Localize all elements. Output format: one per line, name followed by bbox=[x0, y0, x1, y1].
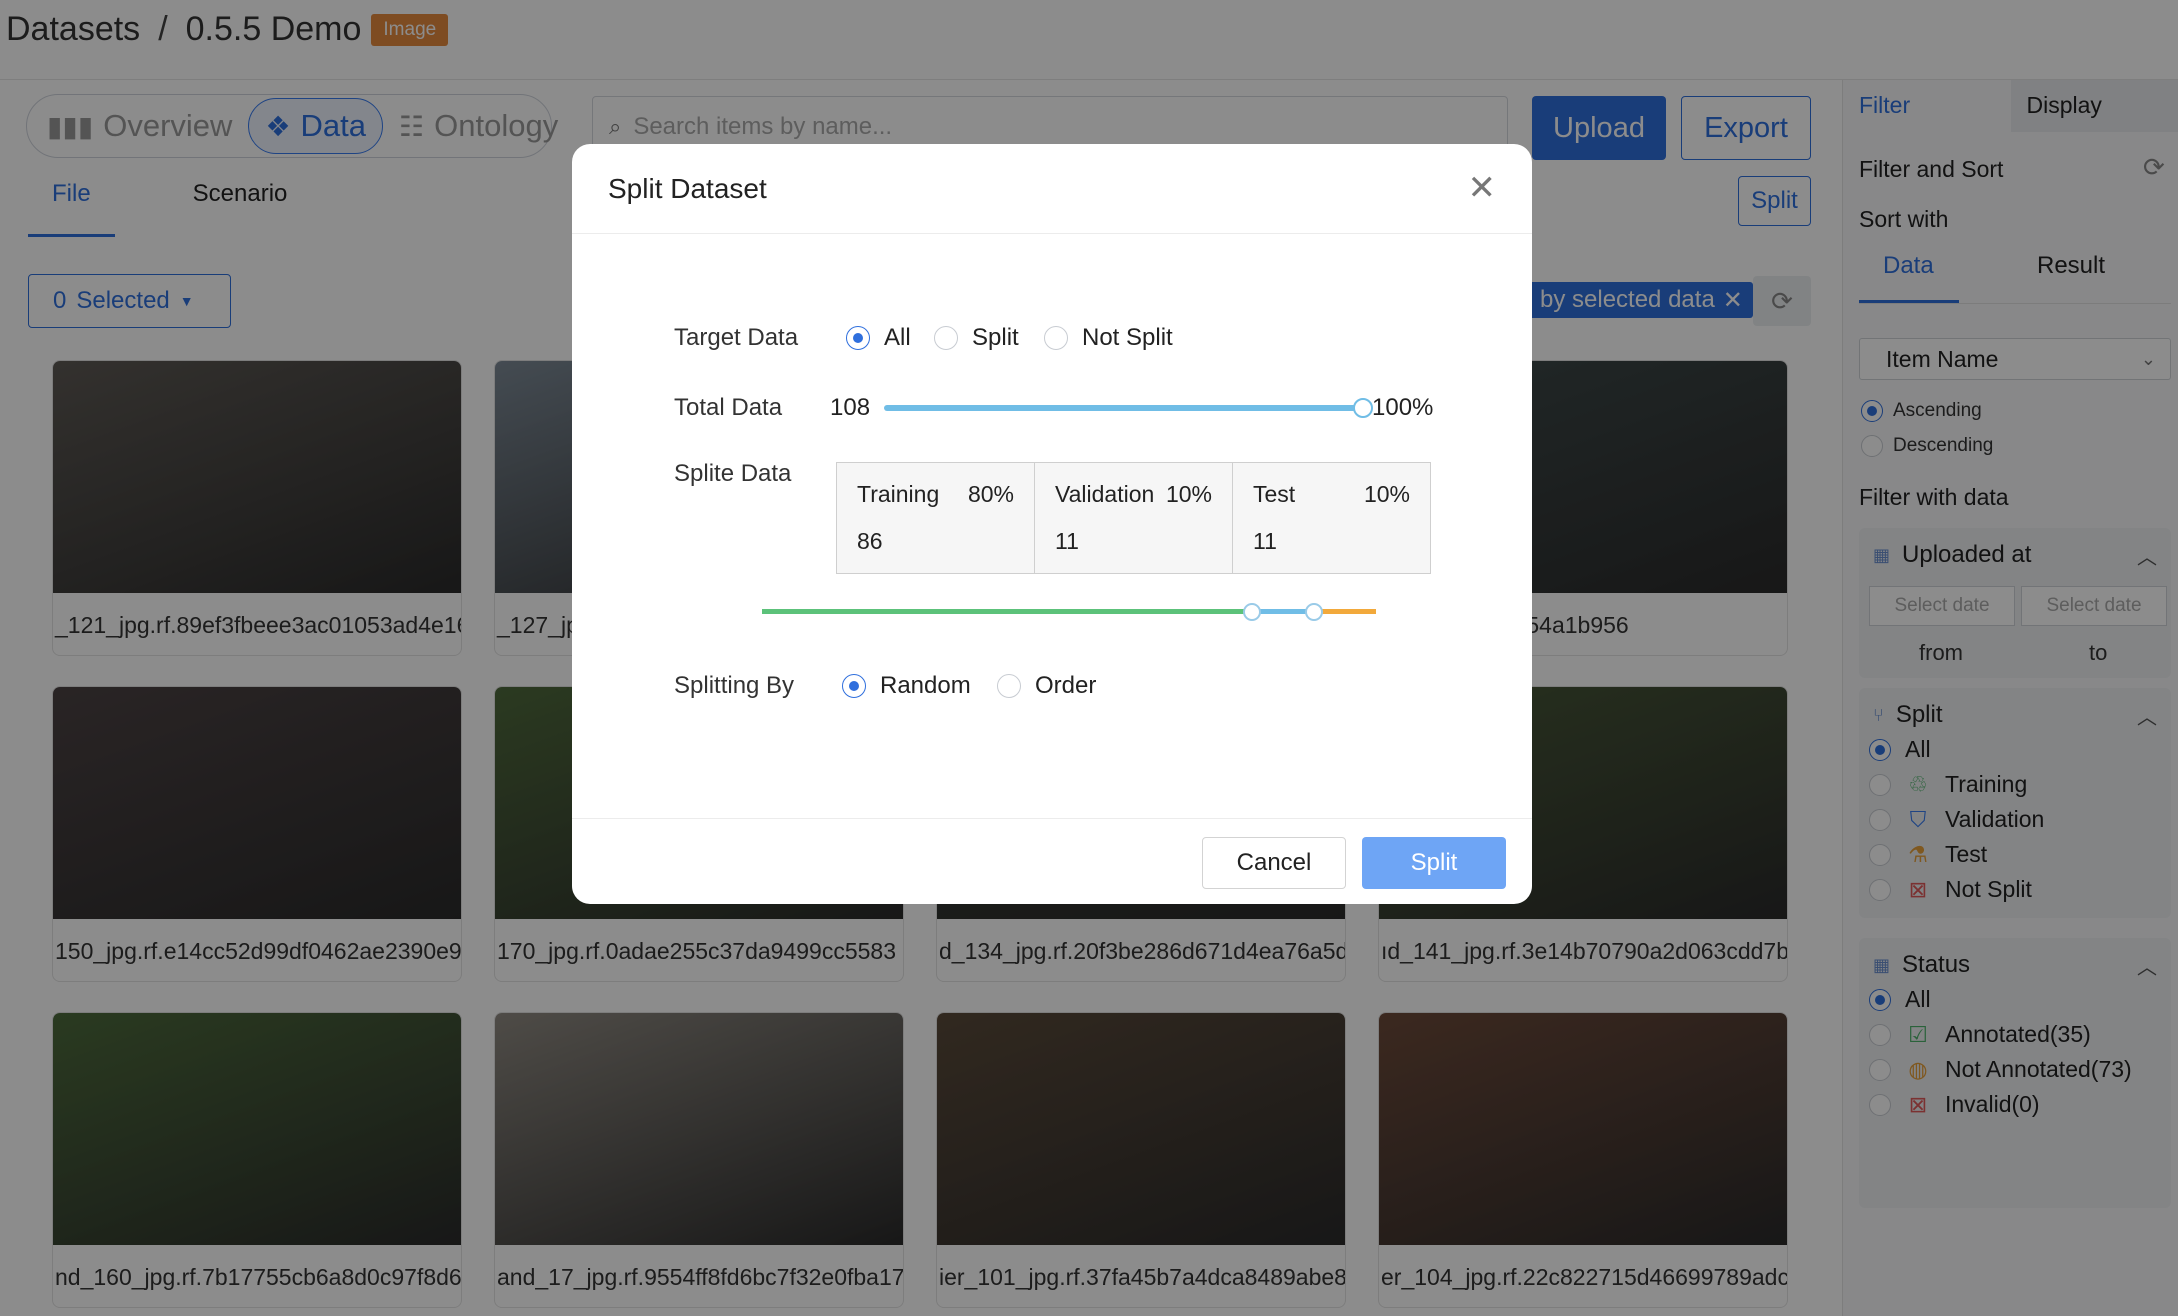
cancel-button[interactable]: Cancel bbox=[1202, 837, 1346, 889]
split-validation-cell: Validation 10% 11 bbox=[1035, 463, 1233, 573]
split-validation-percent: 10% bbox=[1165, 481, 1212, 507]
total-data-slider-track[interactable] bbox=[884, 405, 1360, 411]
splitting-random-label: Random bbox=[880, 672, 971, 699]
splitting-by-label: Splitting By bbox=[674, 672, 795, 699]
split-data-label: Splite Data bbox=[674, 460, 792, 487]
splitting-order[interactable]: Order bbox=[997, 672, 1096, 700]
target-not-split[interactable]: Not Split bbox=[1044, 324, 1173, 352]
target-all[interactable]: All bbox=[846, 324, 911, 352]
radio-order[interactable] bbox=[997, 674, 1021, 698]
split-validation-count: 11 bbox=[1055, 528, 1079, 554]
total-data-label: Total Data bbox=[674, 394, 783, 421]
modal-title: Split Dataset bbox=[608, 173, 767, 204]
target-not-split-label: Not Split bbox=[1082, 324, 1173, 351]
target-data-label: Target Data bbox=[674, 324, 799, 351]
split-test-count: 11 bbox=[1253, 528, 1277, 554]
split-training-count: 86 bbox=[857, 528, 883, 554]
split-training-cell: Training 80% 86 bbox=[837, 463, 1035, 573]
target-split-label: Split bbox=[972, 324, 1019, 351]
radio-target-split[interactable] bbox=[934, 326, 958, 350]
split-track-test bbox=[1314, 609, 1376, 614]
split-slider-handle[interactable] bbox=[1243, 603, 1262, 621]
modal-footer: Cancel Split bbox=[572, 818, 1532, 904]
modal-header: Split Dataset ✕ bbox=[572, 144, 1532, 234]
confirm-split-button[interactable]: Split bbox=[1362, 837, 1506, 889]
close-icon[interactable]: ✕ bbox=[1468, 168, 1497, 208]
radio-target-all[interactable] bbox=[846, 326, 870, 350]
total-data-percent: 100% bbox=[1372, 394, 1434, 421]
radio-random[interactable] bbox=[842, 674, 866, 698]
total-data-slider-handle[interactable] bbox=[1353, 398, 1373, 418]
splitting-order-label: Order bbox=[1035, 672, 1097, 699]
split-track-training bbox=[762, 609, 1254, 614]
target-all-label: All bbox=[884, 324, 911, 351]
target-split[interactable]: Split bbox=[934, 324, 1019, 352]
splitting-random[interactable]: Random bbox=[842, 672, 971, 700]
split-slider-handle[interactable] bbox=[1304, 603, 1323, 621]
split-dataset-modal: Split Dataset ✕ Target Data All Split No… bbox=[572, 144, 1532, 904]
split-ratio-table: Training 80% 86 Validation 10% 11 Test 1… bbox=[836, 462, 1431, 574]
split-test-cell: Test 10% 11 bbox=[1233, 463, 1430, 573]
split-test-percent: 10% bbox=[1363, 481, 1410, 507]
radio-target-not-split[interactable] bbox=[1044, 326, 1068, 350]
split-training-percent: 80% bbox=[967, 481, 1014, 507]
total-data-value: 108 bbox=[830, 394, 871, 421]
